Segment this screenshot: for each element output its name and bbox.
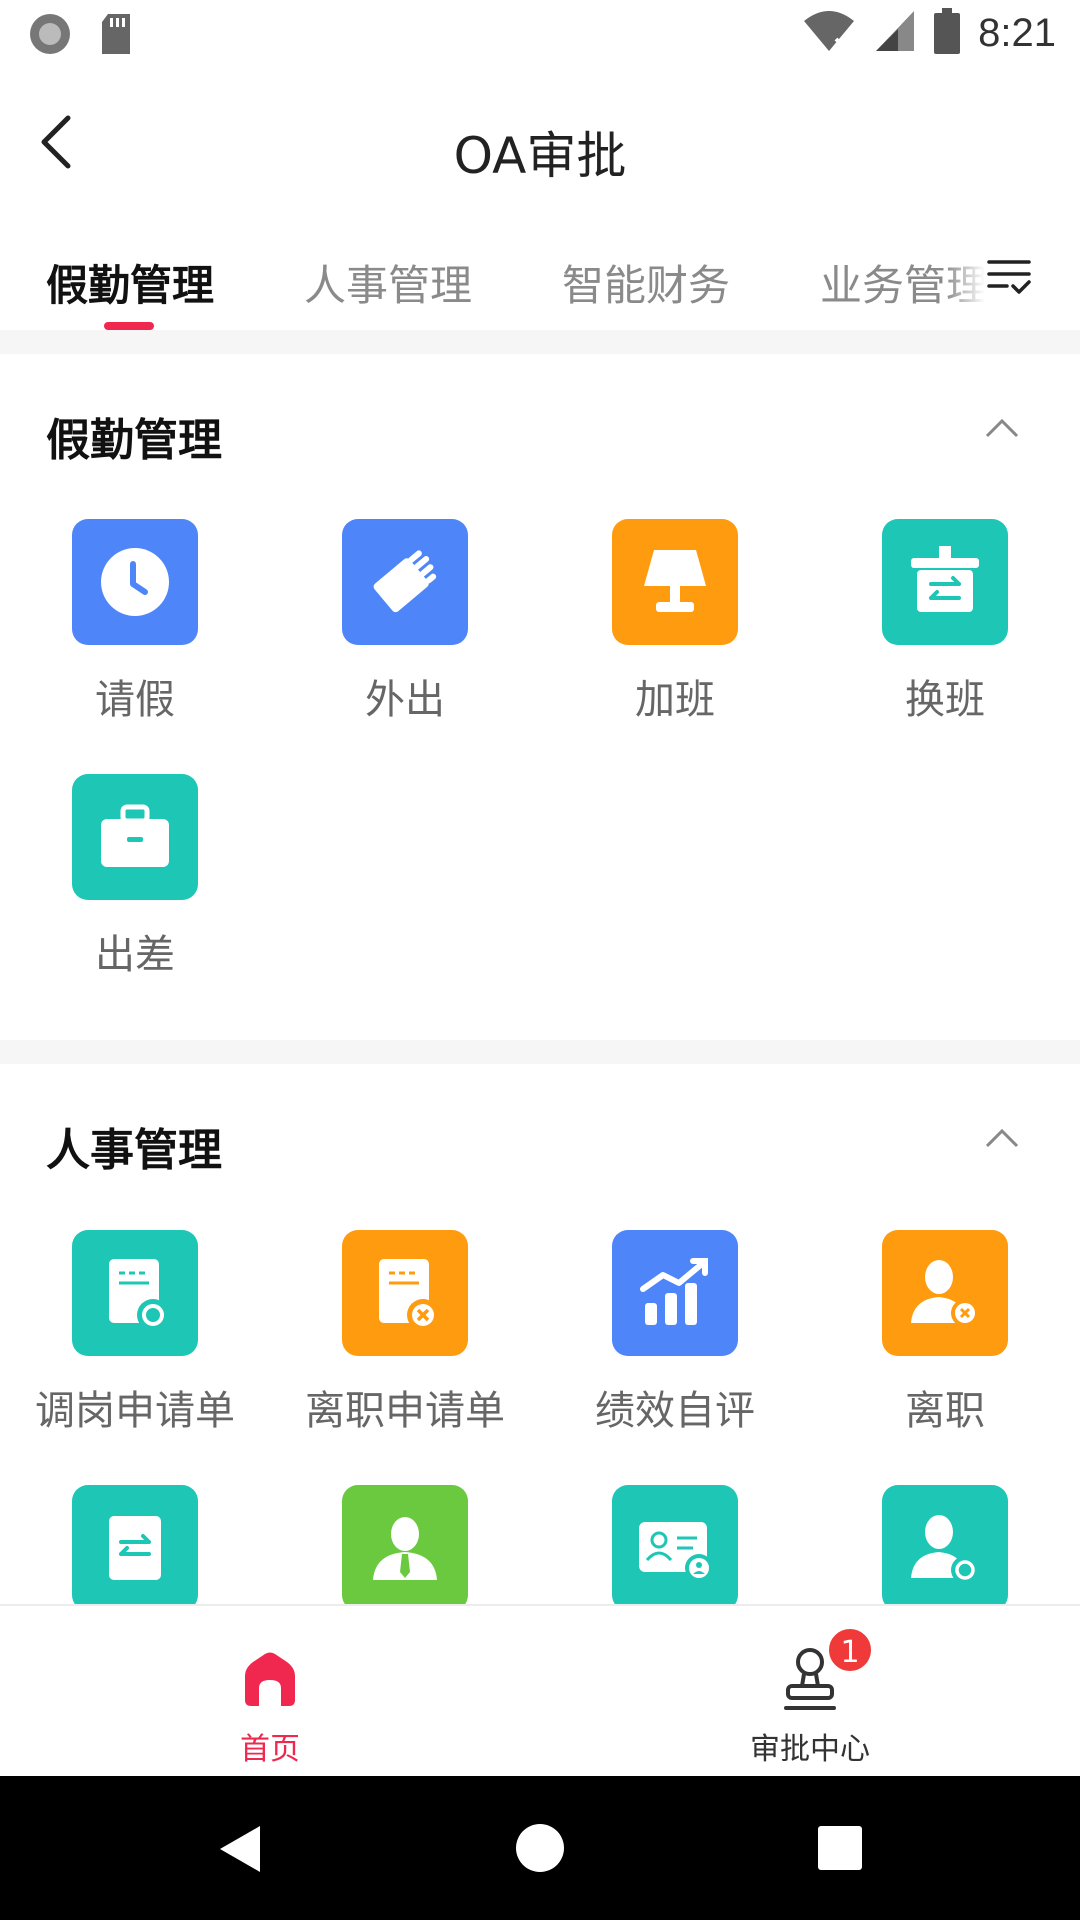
sd-card-icon (98, 12, 134, 60)
divider (0, 1040, 1080, 1064)
wifi-icon (802, 9, 856, 57)
tab-attendance[interactable]: 假勤管理 (46, 252, 214, 313)
tab-fade (945, 242, 985, 312)
grid-item-transfer-form[interactable]: 调岗申请单 (25, 1230, 245, 1436)
grid-item-go-out[interactable]: 外出 (295, 519, 515, 725)
battery-icon (934, 8, 961, 58)
notification-badge: 1 (826, 1626, 874, 1674)
hand-icon (342, 519, 468, 645)
chevron-up-icon (985, 1128, 1019, 1148)
category-tabs: 假勤管理 人事管理 智能财务 业务管理 (0, 222, 1080, 330)
record-icon (28, 12, 72, 60)
user-remove-icon (882, 1230, 1008, 1356)
item-label: 换班 (905, 677, 985, 723)
nav-approval-center[interactable]: 审批中心 (540, 1606, 1080, 1778)
lamp-icon (612, 519, 738, 645)
exchange-doc-icon (72, 1485, 198, 1611)
grid-item-user-sync[interactable] (835, 1485, 1055, 1611)
grid-item-leave[interactable]: 请假 (25, 519, 245, 725)
chart-up-icon (612, 1230, 738, 1356)
item-label: 出差 (95, 932, 175, 978)
system-back-button[interactable] (216, 1824, 264, 1874)
page-title: OA审批 (453, 127, 627, 185)
clock-time: 8:21 (978, 10, 1056, 55)
chevron-up-icon (985, 418, 1019, 438)
nav-approval-label: 审批中心 (750, 1732, 870, 1767)
tab-finance[interactable]: 智能财务 (562, 252, 730, 313)
transfer-form-icon (72, 1230, 198, 1356)
grid-item-exchange-doc[interactable] (25, 1485, 245, 1611)
grid-item-employee[interactable] (295, 1485, 515, 1611)
clock-icon (72, 519, 198, 645)
user-sync-icon (882, 1485, 1008, 1611)
home-icon (245, 1652, 295, 1706)
item-label: 外出 (365, 677, 445, 723)
app-header: OA审批 (0, 72, 1080, 222)
collapse-button-attendance[interactable] (985, 416, 1019, 450)
grid-item-id-card[interactable] (565, 1485, 785, 1611)
grid-item-business-trip[interactable]: 出差 (25, 774, 245, 980)
system-navigation-bar (0, 1776, 1080, 1920)
item-label: 请假 (95, 677, 175, 723)
tab-menu-button[interactable] (985, 252, 1045, 312)
bottom-nav: 首页 审批中心 1 (0, 1604, 1080, 1778)
tab-hr[interactable]: 人事管理 (304, 252, 472, 313)
nav-home[interactable]: 首页 (0, 1606, 540, 1778)
id-card-icon (612, 1485, 738, 1611)
item-label: 离职 (905, 1388, 985, 1434)
system-home-button[interactable] (515, 1823, 565, 1873)
active-tab-indicator (104, 322, 154, 330)
status-bar: 8:21 (0, 0, 1080, 72)
briefcase-icon (72, 774, 198, 900)
divider (0, 330, 1080, 354)
item-label: 加班 (635, 677, 715, 723)
grid-item-resignation[interactable]: 离职 (835, 1230, 1055, 1436)
list-check-icon (987, 260, 1031, 294)
resign-form-icon (342, 1230, 468, 1356)
collapse-button-hr[interactable] (985, 1126, 1019, 1160)
employee-icon (342, 1485, 468, 1611)
nav-home-label: 首页 (240, 1732, 300, 1767)
grid-item-shift-swap[interactable]: 换班 (835, 519, 1055, 725)
section-title-attendance: 假勤管理 (46, 415, 222, 466)
grid-item-resign-form[interactable]: 离职申请单 (295, 1230, 515, 1436)
section-title-hr: 人事管理 (46, 1125, 222, 1176)
item-label: 绩效自评 (595, 1388, 755, 1434)
grid-item-overtime[interactable]: 加班 (565, 519, 785, 725)
item-label: 调岗申请单 (35, 1388, 235, 1434)
signal-icon (874, 9, 916, 57)
system-recents-button[interactable] (818, 1826, 862, 1870)
item-label: 离职申请单 (305, 1388, 505, 1434)
swap-sign-icon (882, 519, 1008, 645)
grid-item-self-review[interactable]: 绩效自评 (565, 1230, 785, 1436)
